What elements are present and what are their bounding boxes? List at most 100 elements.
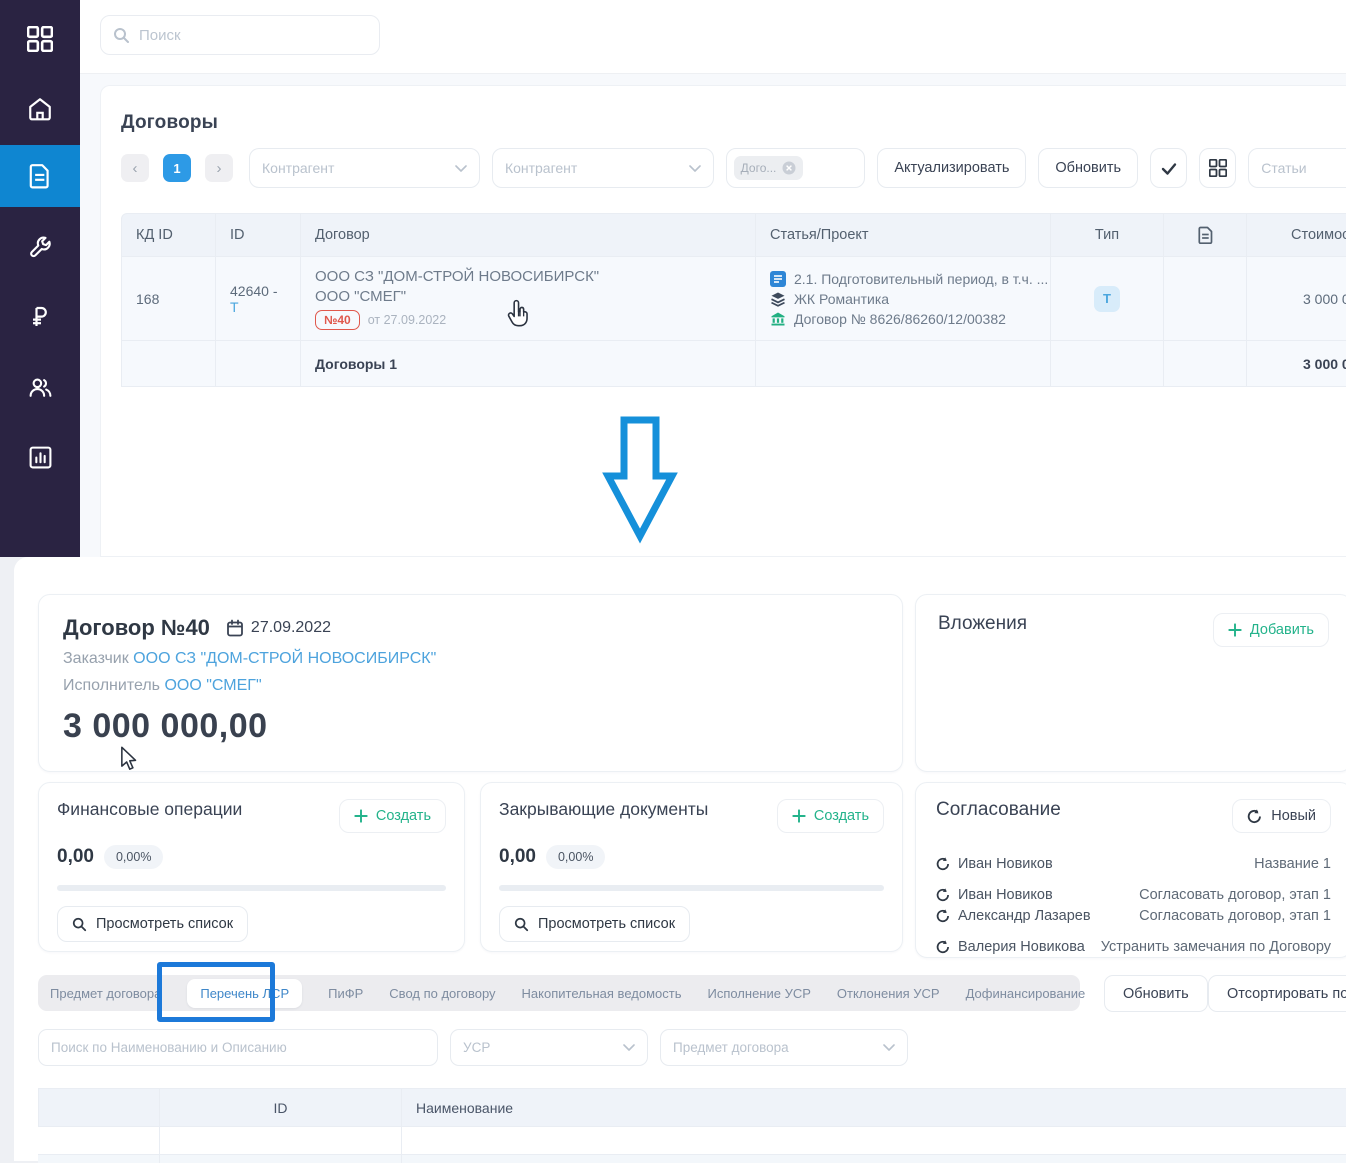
col-article-project: Статья/Проект bbox=[756, 213, 1051, 257]
fin-ops-amount: 0,00 bbox=[57, 846, 94, 867]
col-id: ID bbox=[216, 213, 301, 257]
sidebar-item-tools[interactable] bbox=[0, 218, 80, 276]
search-icon bbox=[72, 917, 87, 932]
type-badge: Т bbox=[1094, 285, 1120, 312]
bank-icon bbox=[770, 311, 786, 326]
next-page-button[interactable]: › bbox=[205, 154, 233, 182]
create-fin-op-button[interactable]: Создать bbox=[338, 799, 446, 833]
fin-ops-title: Финансовые операции bbox=[57, 799, 243, 819]
customer-label: Заказчик bbox=[63, 650, 129, 667]
customer-link[interactable]: ООО СЗ "ДОМ-СТРОЙ НОВОСИБИРСК" bbox=[133, 650, 436, 667]
filter-tag: Дого... bbox=[733, 156, 804, 180]
home-icon bbox=[27, 96, 53, 122]
search-input[interactable] bbox=[139, 26, 367, 44]
chevron-down-icon bbox=[688, 164, 701, 173]
usr-select[interactable]: УСР bbox=[450, 1029, 648, 1066]
contractor-select-2[interactable]: Контрагент bbox=[491, 148, 714, 188]
fin-ops-percent: 0,00% bbox=[103, 845, 164, 869]
refresh-icon bbox=[936, 887, 950, 902]
lsr-table: ID Наименование bbox=[38, 1088, 1346, 1163]
tab-contract-summary[interactable]: Свод по договору bbox=[389, 986, 495, 1001]
chevron-down-icon bbox=[623, 1043, 635, 1052]
tab-cumulative-sheet[interactable]: Накопительная ведомость bbox=[522, 986, 682, 1001]
col-type: Тип bbox=[1051, 213, 1164, 257]
contract-summary-card: Договор №40 27.09.2022 Заказчик ООО СЗ "… bbox=[38, 594, 903, 772]
view-fin-ops-list-button[interactable]: Просмотреть список bbox=[57, 906, 249, 942]
tab-contract-subject[interactable]: Предмет договора bbox=[50, 986, 161, 1001]
view-closing-docs-list-button[interactable]: Просмотреть список bbox=[499, 906, 691, 942]
lsr-search-input[interactable] bbox=[38, 1029, 438, 1066]
tab-lsr-list[interactable]: Перечень ЛСР bbox=[187, 978, 303, 1008]
grid-icon bbox=[1208, 159, 1227, 177]
sidebar-item-contracts[interactable] bbox=[0, 145, 80, 207]
contract-date: 27.09.2022 bbox=[250, 619, 331, 636]
sidebar-item-home[interactable] bbox=[0, 80, 80, 138]
current-page[interactable]: 1 bbox=[163, 154, 191, 182]
approval-item[interactable]: Валерия Новикова Устранить замечания по … bbox=[936, 936, 1331, 957]
tab-usr-execution[interactable]: Исполнение УСР bbox=[707, 986, 810, 1001]
prev-page-button[interactable]: ‹ bbox=[121, 154, 149, 182]
confirm-button[interactable] bbox=[1150, 148, 1188, 188]
cell-contract[interactable]: ООО СЗ "ДОМ-СТРОЙ НОВОСИБИРСК" ООО "СМЕГ… bbox=[301, 257, 756, 341]
refresh-icon bbox=[936, 908, 950, 923]
remove-tag-icon[interactable] bbox=[782, 161, 797, 175]
financial-operations-card: Финансовые операции Создать 0,00 0,00% П… bbox=[38, 782, 465, 952]
detail-tabs: Предмет договора Перечень ЛСР ПиФР Свод … bbox=[38, 975, 1214, 1011]
closing-docs-amount: 0,00 bbox=[499, 846, 536, 867]
articles-select[interactable]: Статьи bbox=[1248, 148, 1346, 188]
refresh-icon bbox=[1247, 808, 1262, 824]
lsr-col-id: ID bbox=[160, 1088, 402, 1127]
global-search[interactable] bbox=[100, 15, 380, 55]
table-footer-total: 3 000 000,00 bbox=[1247, 341, 1346, 387]
article-icon bbox=[770, 270, 786, 287]
apps-grid-icon bbox=[27, 26, 53, 52]
sort-button[interactable]: Отсортировать по н bbox=[1208, 975, 1346, 1012]
closing-docs-progress-bar bbox=[499, 885, 884, 891]
cell-article-project[interactable]: 2.1. Подготовительный период, в т.ч. ...… bbox=[756, 257, 1051, 341]
grid-view-button[interactable] bbox=[1199, 148, 1237, 188]
sidebar-item-users[interactable] bbox=[0, 358, 80, 416]
contract-amount: 3 000 000,00 bbox=[63, 707, 268, 745]
executor-label: Исполнитель bbox=[63, 677, 161, 694]
approval-card: Согласование Новый Иван Новиков Название… bbox=[915, 782, 1346, 958]
closing-documents-card: Закрывающие документы Создать 0,00 0,00%… bbox=[480, 782, 903, 952]
table-footer-label: Договоры 1 bbox=[301, 341, 756, 387]
tab-additional-financing[interactable]: Дофинансирование bbox=[966, 986, 1086, 1001]
refresh-icon bbox=[936, 856, 950, 871]
tab-pifr[interactable]: ПиФР bbox=[328, 986, 363, 1001]
detail-refresh-button[interactable]: Обновить bbox=[1104, 975, 1208, 1012]
contract-filter-input[interactable]: Дого... bbox=[725, 148, 866, 188]
cell-cost: 3 000 000,00 bbox=[1247, 257, 1346, 341]
approval-item[interactable]: Иван Новиков Согласовать договор, этап 1 bbox=[936, 884, 1331, 905]
sidebar-item-apps[interactable] bbox=[0, 10, 80, 68]
contract-number-badge: №40 bbox=[315, 309, 360, 330]
approval-item[interactable]: Иван Новиков Название 1 bbox=[936, 853, 1331, 874]
create-closing-doc-button[interactable]: Создать bbox=[776, 799, 884, 833]
approval-item[interactable]: Александр Лазарев Согласовать договор, э… bbox=[936, 905, 1331, 926]
ruble-icon bbox=[28, 305, 52, 329]
actualize-button[interactable]: Актуализировать bbox=[877, 148, 1027, 188]
attachments-title: Вложения bbox=[938, 613, 1027, 634]
chevron-down-icon bbox=[883, 1043, 895, 1052]
cell-id[interactable]: 42640 - Т bbox=[216, 257, 301, 341]
wrench-icon bbox=[28, 235, 53, 260]
contract-date: от 27.09.2022 bbox=[367, 312, 447, 327]
add-attachment-button[interactable]: Добавить bbox=[1212, 613, 1329, 647]
sidebar-item-finance[interactable] bbox=[0, 288, 80, 346]
contracts-list-screen: Договоры ‹ 1 › Контрагент Контрагент Дог… bbox=[0, 0, 1346, 557]
executor-link[interactable]: ООО "СМЕГ" bbox=[164, 677, 261, 694]
contractor-select-1[interactable]: Контрагент bbox=[249, 148, 480, 188]
closing-docs-title: Закрывающие документы bbox=[499, 799, 709, 819]
refresh-button[interactable]: Обновить bbox=[1038, 148, 1139, 188]
approval-title: Согласование bbox=[936, 799, 1061, 820]
sidebar-item-reports[interactable] bbox=[0, 428, 80, 486]
check-icon bbox=[1161, 161, 1177, 176]
tab-usr-deviations[interactable]: Отклонения УСР bbox=[837, 986, 940, 1001]
row-customer: ООО СЗ "ДОМ-СТРОЙ НОВОСИБИРСК" bbox=[315, 267, 600, 285]
plus-icon bbox=[354, 809, 368, 823]
new-approval-button[interactable]: Новый bbox=[1232, 799, 1331, 833]
cell-kd-id[interactable]: 168 bbox=[121, 257, 216, 341]
contract-subject-select[interactable]: Предмет договора bbox=[660, 1029, 908, 1066]
col-doc bbox=[1164, 213, 1247, 257]
refresh-icon bbox=[936, 939, 950, 954]
